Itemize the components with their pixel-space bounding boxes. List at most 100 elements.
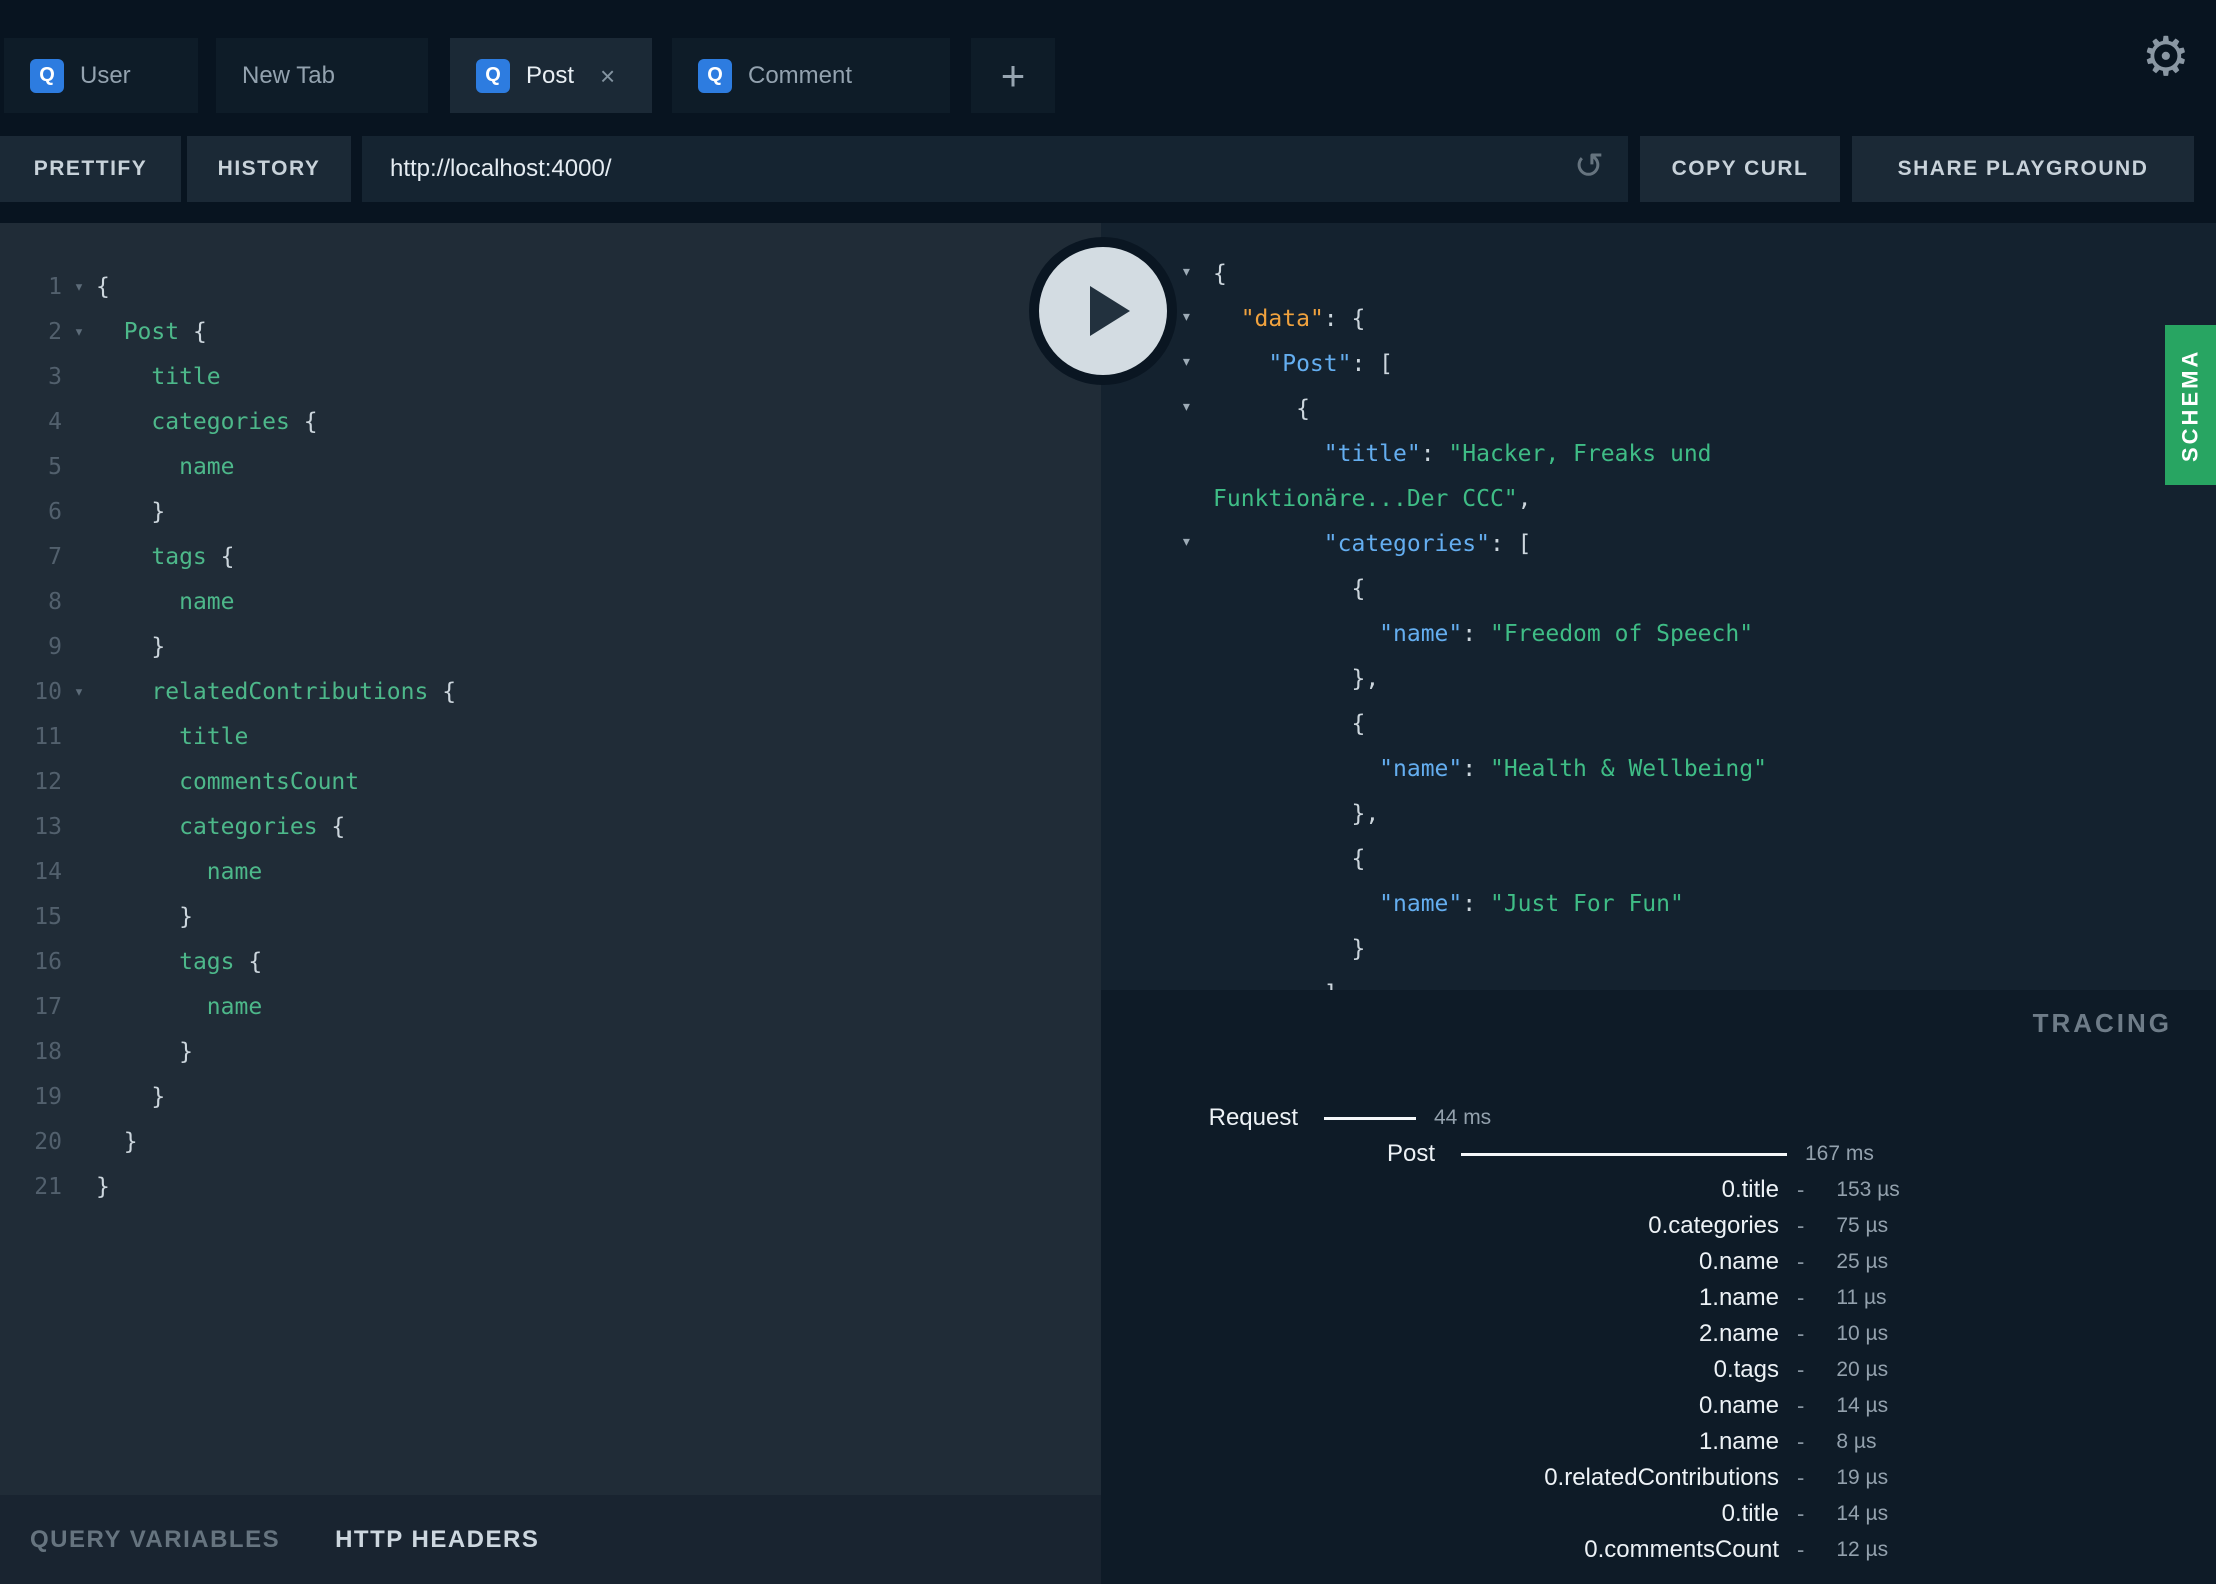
- editor-line[interactable]: 6 }: [0, 489, 1101, 534]
- line-number: 17: [34, 993, 62, 1020]
- response-line: ▾ {: [1101, 386, 2216, 431]
- line-number: 4: [48, 408, 62, 435]
- editor-line[interactable]: 1 ▾{: [0, 264, 1101, 309]
- trace-time: 20 µs: [1836, 1358, 1889, 1381]
- query-variables-tab[interactable]: QUERY VARIABLES: [30, 1526, 280, 1554]
- query-editor[interactable]: 1 ▾{2 ▾ Post {3 title 4 categories {5 name 6…: [0, 223, 1101, 1495]
- editor-line[interactable]: 3 title: [0, 354, 1101, 399]
- editor-line[interactable]: 12 commentsCount: [0, 759, 1101, 804]
- endpoint-url-input[interactable]: [362, 136, 1628, 202]
- copy-curl-button[interactable]: COPY CURL: [1640, 136, 1840, 202]
- tab-new-tab[interactable]: New Tab: [216, 38, 428, 113]
- editor-line[interactable]: 4 categories {: [0, 399, 1101, 444]
- editor-line[interactable]: 9 }: [0, 624, 1101, 669]
- response-line: ]: [1101, 971, 2216, 991]
- trace-row: 2.name - 10 µs: [1101, 1316, 2216, 1352]
- line-number: 1: [48, 273, 62, 300]
- editor-line[interactable]: 13 categories {: [0, 804, 1101, 849]
- token: }: [96, 1173, 110, 1200]
- token: relatedContributions: [151, 678, 429, 705]
- fold-caret-icon[interactable]: ▾: [62, 682, 96, 702]
- fold-caret-icon[interactable]: ▾: [1181, 308, 1192, 326]
- editor-line[interactable]: 15 }: [0, 894, 1101, 939]
- token: "Just For Fun": [1489, 890, 1684, 917]
- editor-line[interactable]: 2 ▾ Post {: [0, 309, 1101, 354]
- response-line: {: [1101, 836, 2216, 881]
- editor-line[interactable]: 21}: [0, 1164, 1101, 1209]
- trace-row: 0.categories - 75 µs: [1101, 1208, 2216, 1244]
- trace-label: 0.tags: [1713, 1356, 1779, 1383]
- tab-comment[interactable]: Q Comment: [672, 38, 950, 113]
- close-tab-icon[interactable]: ×: [600, 63, 615, 89]
- history-button[interactable]: HISTORY: [187, 136, 351, 202]
- tab-user[interactable]: Q User: [4, 38, 198, 113]
- editor-line[interactable]: 5 name: [0, 444, 1101, 489]
- editor-line[interactable]: 17 name: [0, 984, 1101, 1029]
- editor-line[interactable]: 19 }: [0, 1074, 1101, 1119]
- trace-dash: -: [1797, 1249, 1805, 1274]
- code-text: }: [96, 904, 193, 930]
- share-playground-button[interactable]: SHARE PLAYGROUND: [1852, 136, 2194, 202]
- http-headers-tab[interactable]: HTTP HEADERS: [335, 1526, 539, 1554]
- schema-tab[interactable]: SCHEMA: [2165, 325, 2216, 485]
- fold-caret-icon[interactable]: ▾: [1181, 398, 1192, 416]
- editor-line[interactable]: 18 }: [0, 1029, 1101, 1074]
- fold-caret-icon[interactable]: ▾: [62, 277, 96, 297]
- token: name: [206, 858, 263, 885]
- fold-caret-icon[interactable]: ▾: [1181, 353, 1192, 371]
- code-text: title: [96, 364, 220, 390]
- line-number: 21: [34, 1173, 62, 1200]
- play-icon: [1090, 286, 1130, 336]
- token: Funktionäre...Der CCC": [1213, 485, 1518, 512]
- line-number: 18: [34, 1038, 62, 1065]
- token: }: [96, 1128, 138, 1155]
- trace-time: 14 µs: [1836, 1502, 1889, 1525]
- settings-gear-icon[interactable]: ⚙: [2142, 30, 2190, 84]
- editor-line[interactable]: 8 name: [0, 579, 1101, 624]
- editor-line[interactable]: 7 tags {: [0, 534, 1101, 579]
- token: categories: [179, 813, 318, 840]
- response-lines: ▾{▾ "data": {▾ "Post": [▾ { "title": "Ha…: [1101, 251, 2216, 991]
- trace-duration-bar: [1461, 1152, 1787, 1156]
- token: tags: [179, 948, 235, 975]
- token: }: [96, 498, 166, 525]
- code-text: tags {: [96, 544, 234, 570]
- trace-label: 1.name: [1698, 1284, 1779, 1311]
- token: {: [289, 408, 318, 435]
- refresh-schema-icon[interactable]: ↺: [1574, 148, 1604, 184]
- query-badge-icon: Q: [698, 58, 732, 93]
- prettify-button[interactable]: PRETTIFY: [0, 136, 181, 202]
- response-line: }: [1101, 926, 2216, 971]
- token: "title": [1323, 440, 1421, 467]
- code-text: name: [96, 589, 234, 615]
- token: "data": [1240, 305, 1324, 332]
- tab-post[interactable]: Q Post ×: [450, 38, 652, 113]
- fold-caret-icon[interactable]: ▾: [1181, 533, 1192, 551]
- execute-query-button[interactable]: [1029, 237, 1177, 385]
- token: {: [1213, 710, 1366, 737]
- trace-dash: -: [1797, 1393, 1805, 1418]
- token: "name": [1379, 620, 1463, 647]
- trace-time: 10 µs: [1836, 1322, 1889, 1345]
- code-text: }: [96, 499, 165, 525]
- editor-line[interactable]: 14 name: [0, 849, 1101, 894]
- editor-footer: QUERY VARIABLES HTTP HEADERS: [0, 1495, 1101, 1584]
- editor-line[interactable]: 10 ▾ relatedContributions {: [0, 669, 1101, 714]
- query-badge-icon: Q: [30, 58, 64, 93]
- editor-line[interactable]: 20 }: [0, 1119, 1101, 1164]
- token: "categories": [1323, 530, 1490, 557]
- line-number: 3: [48, 363, 62, 390]
- editor-line[interactable]: 16 tags {: [0, 939, 1101, 984]
- line-number: 9: [48, 633, 62, 660]
- editor-line[interactable]: 11 title: [0, 714, 1101, 759]
- fold-caret-icon[interactable]: ▾: [1181, 263, 1192, 281]
- fold-caret-icon[interactable]: ▾: [62, 322, 96, 342]
- new-tab-button[interactable]: +: [971, 38, 1055, 113]
- line-number: 14: [34, 858, 62, 885]
